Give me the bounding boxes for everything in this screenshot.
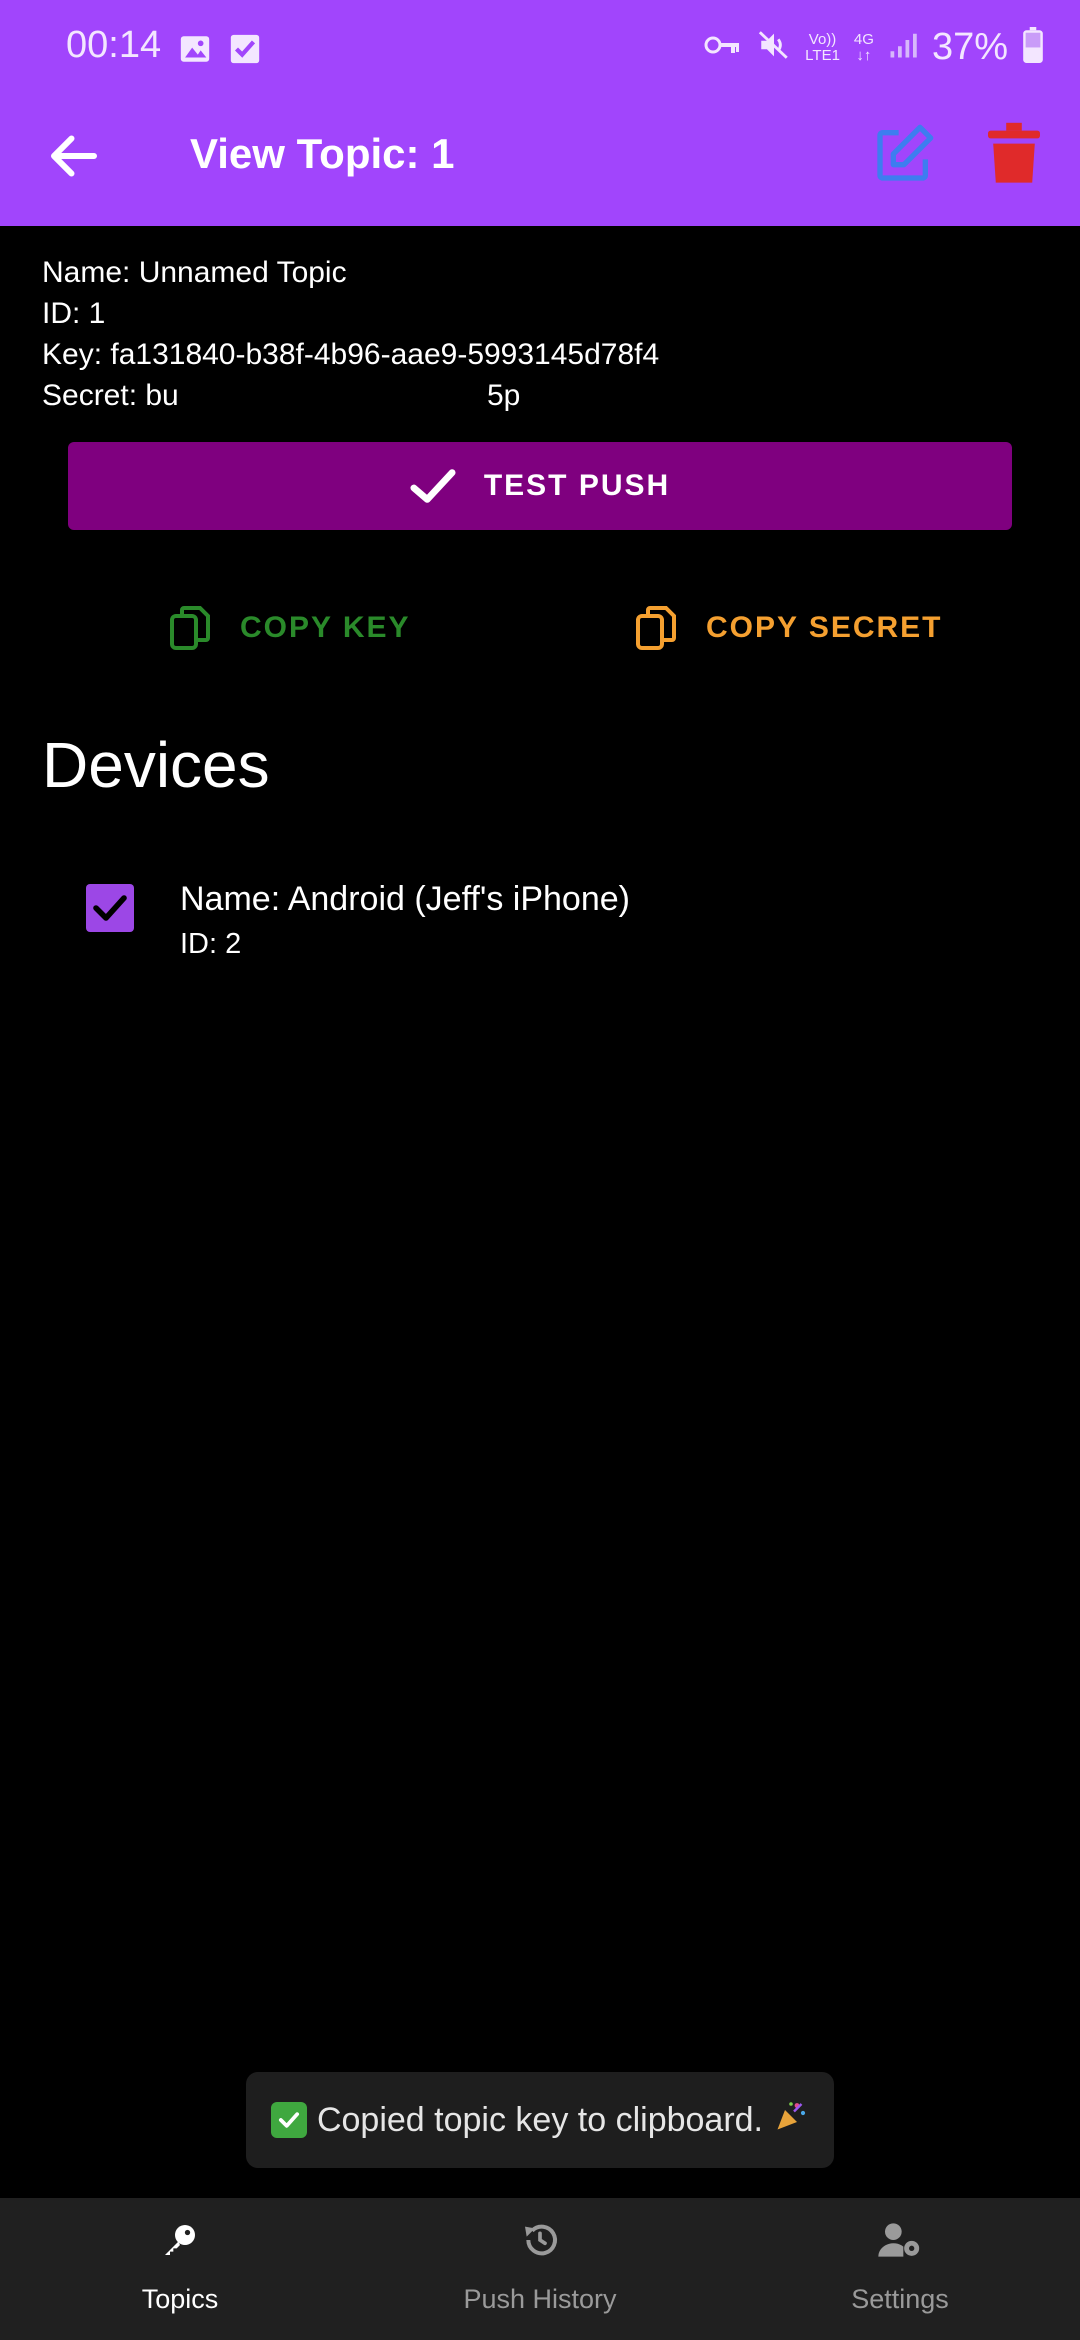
arrow-left-icon	[51, 135, 97, 177]
copy-icon	[636, 606, 676, 650]
nav-topics-label: Topics	[141, 2284, 219, 2314]
status-system-icons: Vo)) LTE1 4G ↓↑ 37%	[703, 26, 1044, 69]
device-id: ID: 2	[180, 928, 242, 960]
history-icon	[525, 2224, 557, 2256]
status-bar: 00:14 Vo)) LTE1 4G ↓↑ 37%	[0, 0, 1080, 104]
key-icon	[165, 2225, 195, 2255]
page-title: View Topic: 1	[190, 130, 455, 177]
vpn-key-icon	[703, 30, 743, 65]
copy-secret-label: COPY SECRET	[706, 611, 943, 644]
topic-info: Name: Unnamed Topic ID: 1 Key: fa131840-…	[42, 252, 659, 416]
topic-secret-start: Secret: bu	[42, 379, 179, 412]
edit-button[interactable]	[872, 122, 936, 186]
topic-key: Key: fa131840-b38f-4b96-aae9-5993145d78f…	[42, 338, 660, 371]
app-bar: View Topic: 1	[0, 104, 1080, 226]
checkmark-icon	[93, 895, 127, 921]
toast-message: Copied topic key to clipboard.	[246, 2072, 834, 2168]
copy-key-label: COPY KEY	[240, 611, 411, 644]
check-mark-emoji-icon	[270, 2102, 307, 2138]
mute-icon	[757, 28, 791, 67]
topic-id: ID: 1	[42, 297, 106, 330]
topic-secret-end: 5p	[487, 379, 521, 412]
battery-percent: 37%	[931, 26, 1008, 68]
devices-heading: Devices	[42, 729, 270, 801]
delete-button[interactable]	[988, 122, 1040, 186]
nav-settings[interactable]: Settings	[720, 2198, 1080, 2340]
trash-icon	[988, 122, 1040, 183]
status-time: 00:14	[66, 24, 162, 66]
copy-icon	[170, 606, 210, 650]
nav-push-history[interactable]: Push History	[360, 2198, 720, 2340]
nav-topics[interactable]: Topics	[0, 2198, 360, 2340]
status-notification-icons	[178, 32, 262, 71]
device-name: Name: Android (Jeff's iPhone)	[180, 880, 630, 918]
test-push-button[interactable]: TEST PUSH	[68, 442, 1012, 530]
image-icon	[178, 32, 212, 71]
copy-key-button[interactable]: COPY KEY	[170, 598, 411, 658]
back-button[interactable]	[44, 126, 104, 186]
nav-settings-label: Settings	[851, 2284, 949, 2314]
topic-name: Name: Unnamed Topic	[42, 256, 347, 289]
copy-secret-button[interactable]: COPY SECRET	[636, 598, 943, 658]
volte-icon: Vo)) LTE1	[805, 30, 840, 64]
device-checkbox[interactable]	[86, 884, 134, 932]
checkbox-notification-icon	[228, 32, 262, 71]
toast-text: Copied topic key to clipboard.	[316, 2100, 764, 2139]
party-popper-emoji-icon	[773, 2098, 809, 2143]
device-list-item[interactable]: Name: Android (Jeff's iPhone) ID: 2	[84, 880, 984, 970]
topic-secret: Secret: bu 5p	[42, 375, 642, 416]
user-gear-icon	[878, 2223, 920, 2257]
nav-push-history-label: Push History	[463, 2284, 617, 2314]
check-icon	[410, 469, 456, 503]
bottom-navigation: Topics Push History Settings	[0, 2198, 1080, 2340]
signal-icon	[888, 30, 918, 65]
test-push-label: TEST PUSH	[483, 469, 671, 502]
4g-icon: 4G ↓↑	[853, 30, 874, 64]
battery-icon	[1022, 27, 1044, 68]
edit-icon	[877, 124, 934, 181]
